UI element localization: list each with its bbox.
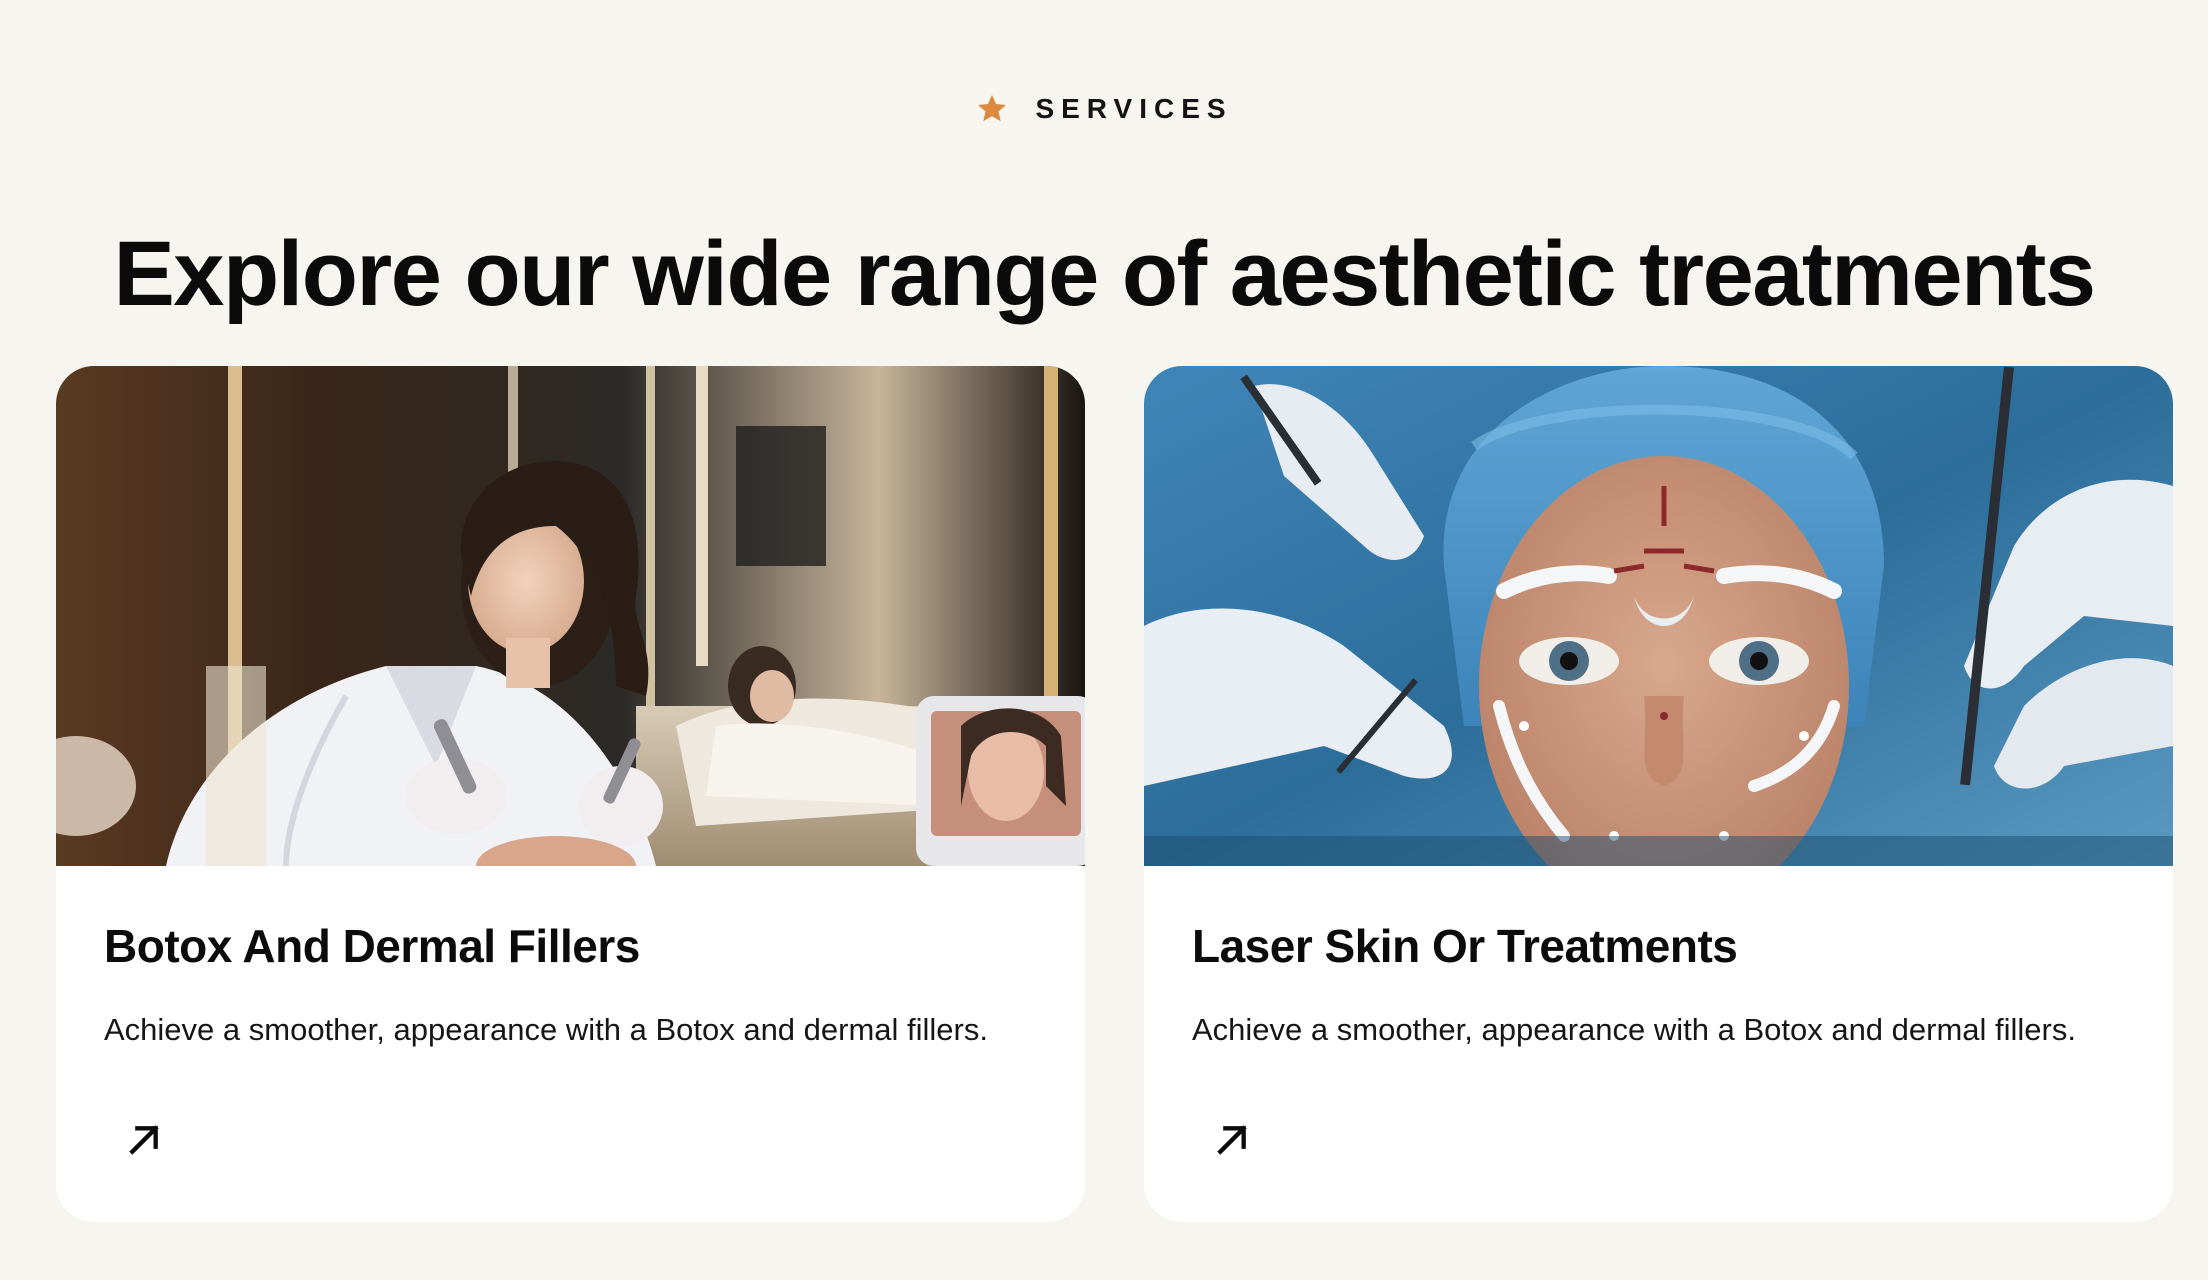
clinic-practitioner-photo — [56, 366, 1085, 866]
section-eyebrow: SERVICES — [0, 92, 2208, 126]
arrow-up-right-icon — [129, 1125, 159, 1155]
service-card-link[interactable] — [116, 1112, 172, 1168]
service-card-description: Achieve a smoother, appearance with a Bo… — [104, 1012, 988, 1047]
facial-procedure-illustration — [1144, 366, 2173, 866]
facial-procedure-photo — [1144, 366, 2173, 866]
services-card-list: Botox And Dermal Fillers Achieve a smoot… — [56, 366, 2174, 1222]
arrow-up-right-icon — [1217, 1125, 1247, 1155]
service-card-title: Botox And Dermal Fillers — [104, 920, 640, 972]
clinic-practitioner-illustration — [56, 366, 1085, 866]
section-eyebrow-label: SERVICES — [1035, 93, 1233, 124]
service-card-title: Laser Skin Or Treatments — [1192, 920, 1738, 972]
star-icon — [978, 95, 1007, 122]
service-card-link[interactable] — [1204, 1112, 1260, 1168]
service-card-botox[interactable]: Botox And Dermal Fillers Achieve a smoot… — [56, 366, 1085, 1222]
section-heading: Explore our wide range of aesthetic trea… — [113, 223, 2096, 325]
service-card-description: Achieve a smoother, appearance with a Bo… — [1192, 1012, 2076, 1047]
service-card-laser[interactable]: Laser Skin Or Treatments Achieve a smoot… — [1144, 366, 2173, 1222]
